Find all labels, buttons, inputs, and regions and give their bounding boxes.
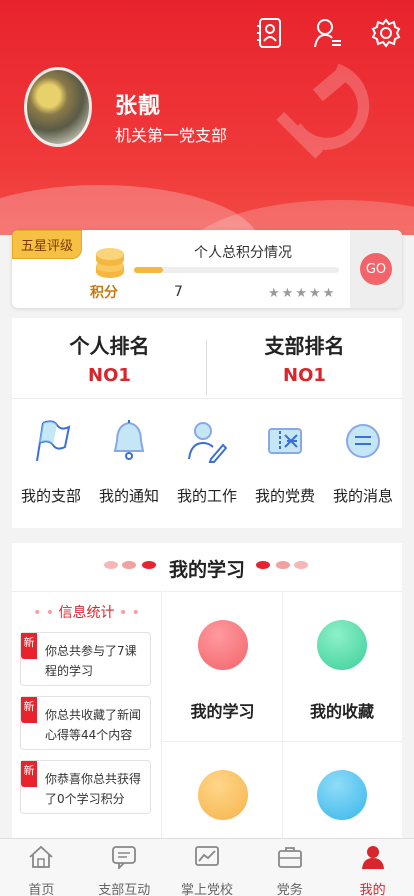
- cube-icon: [317, 620, 367, 670]
- tab-mine[interactable]: 我的: [331, 839, 414, 896]
- briefcase-icon: [277, 847, 302, 868]
- score-progress-bar: [134, 267, 339, 273]
- tab-label: 支部互动: [98, 883, 151, 896]
- cloud-download-icon: [317, 770, 367, 820]
- rating-badge: 五星评级: [12, 230, 83, 259]
- menu-label: 我的党费: [254, 487, 315, 505]
- info-item[interactable]: 新你恭喜你总共获得了0个学习积分: [20, 760, 151, 814]
- chart-icon: [195, 846, 219, 866]
- tile-label: 我的学习: [190, 702, 255, 721]
- message-icon: [346, 424, 380, 458]
- info-statistics-title: • • 信息统计 • •: [33, 605, 140, 621]
- star-icon: ★: [308, 286, 321, 301]
- go-button[interactable]: GO: [360, 253, 392, 285]
- star-icon: ★: [268, 286, 280, 301]
- tile-my-study[interactable]: 我的学习: [163, 591, 283, 741]
- user-edit-icon: [188, 422, 228, 463]
- go-box: GO: [350, 230, 402, 308]
- personal-ranking-value: NO1: [88, 365, 131, 386]
- info-statistics: • • 信息统计 • • 新你总共参与了7课程的学习 新你总共收藏了新闻心得等4…: [12, 591, 162, 843]
- tab-branch-interaction[interactable]: 支部互动: [83, 839, 166, 896]
- study-section: 我的学习 • • 信息统计 • • 新你总共参与了7课程的学习 新你总共收藏了新…: [12, 543, 402, 843]
- branch-ranking-label: 支部排名: [264, 334, 345, 358]
- petal-decoration: [294, 561, 308, 569]
- score-progress-fill: [134, 267, 163, 273]
- avatar[interactable]: [24, 67, 92, 147]
- menu-label: 我的通知: [98, 487, 159, 505]
- new-tag: 新: [21, 697, 37, 723]
- person-icon: [361, 846, 384, 869]
- profile-header: 张靓 机关第一党支部: [0, 0, 414, 235]
- tab-party-school[interactable]: 掌上党校: [166, 839, 249, 896]
- home-icon: [29, 845, 53, 868]
- menu-label: 我的消息: [332, 487, 393, 505]
- new-tag: 新: [21, 761, 37, 787]
- user-name: 张靓: [115, 94, 162, 119]
- tab-home[interactable]: 首页: [0, 839, 83, 896]
- menu-label: 我的支部: [20, 487, 81, 505]
- star-icon: ★: [322, 286, 335, 301]
- petal-decoration: [256, 561, 270, 569]
- score-card: 五星评级 积分 个人总积分情况 7 ★ ★ ★ ★ ★ GO: [12, 230, 402, 308]
- study-title: 我的学习: [168, 559, 245, 581]
- settings-icon[interactable]: [368, 15, 404, 51]
- info-item[interactable]: 新你总共收藏了新闻心得等44个内容: [20, 696, 151, 750]
- menu-label: 我的工作: [176, 487, 237, 505]
- tab-label: 党务: [276, 883, 303, 896]
- tab-label: 首页: [28, 883, 55, 896]
- party-emblem-icon: [276, 63, 370, 159]
- tab-label: 我的: [359, 883, 386, 896]
- menu-my-dues[interactable]: 我的党费: [247, 399, 323, 528]
- petal-decoration: [276, 561, 290, 569]
- chat-icon: [112, 846, 137, 871]
- score-value: 7: [174, 284, 183, 300]
- menu-my-work[interactable]: 我的工作: [169, 399, 245, 528]
- personal-ranking[interactable]: 个人排名 NO1: [12, 318, 207, 398]
- tile-download[interactable]: [282, 741, 402, 843]
- personal-ranking-label: 个人排名: [69, 334, 150, 358]
- book-icon: [197, 620, 248, 670]
- user-list-icon[interactable]: [310, 15, 346, 51]
- points-icon: [197, 770, 248, 820]
- menu-my-branch[interactable]: 我的支部: [13, 399, 89, 528]
- tab-label: 掌上党校: [180, 883, 233, 896]
- bottom-tab-bar: 首页 支部互动 掌上党校 党务 我的: [0, 838, 414, 896]
- coins-icon: [96, 248, 124, 278]
- contacts-icon[interactable]: [252, 15, 288, 51]
- star-icon: ★: [281, 286, 294, 301]
- tile-my-favorites[interactable]: 我的收藏: [282, 591, 402, 741]
- flag-icon: [36, 420, 71, 462]
- tile-label: 我的收藏: [309, 702, 374, 721]
- menu-my-notifications[interactable]: 我的通知: [91, 399, 167, 528]
- bell-icon: [113, 420, 145, 460]
- new-tag: 新: [21, 633, 37, 659]
- quick-menu: 我的支部 我的通知 我的工作 我的党费 我的消息: [12, 398, 402, 528]
- branch-ranking-value: NO1: [283, 365, 326, 386]
- star-rating: ★ ★ ★ ★ ★: [268, 286, 334, 301]
- branch-ranking[interactable]: 支部排名 NO1: [207, 318, 402, 398]
- star-icon: ★: [295, 286, 307, 301]
- tab-party-affairs[interactable]: 党务: [248, 839, 331, 896]
- score-title: 个人总积分情况: [194, 245, 292, 261]
- ticket-icon: [268, 428, 302, 454]
- points-label: 积分: [90, 285, 118, 301]
- ranking-card: 个人排名 NO1 支部排名 NO1: [12, 318, 402, 398]
- menu-my-messages[interactable]: 我的消息: [325, 399, 401, 528]
- user-organization: 机关第一党支部: [115, 126, 228, 145]
- tile-points[interactable]: [163, 741, 283, 843]
- info-item[interactable]: 新你总共参与了7课程的学习: [20, 632, 151, 686]
